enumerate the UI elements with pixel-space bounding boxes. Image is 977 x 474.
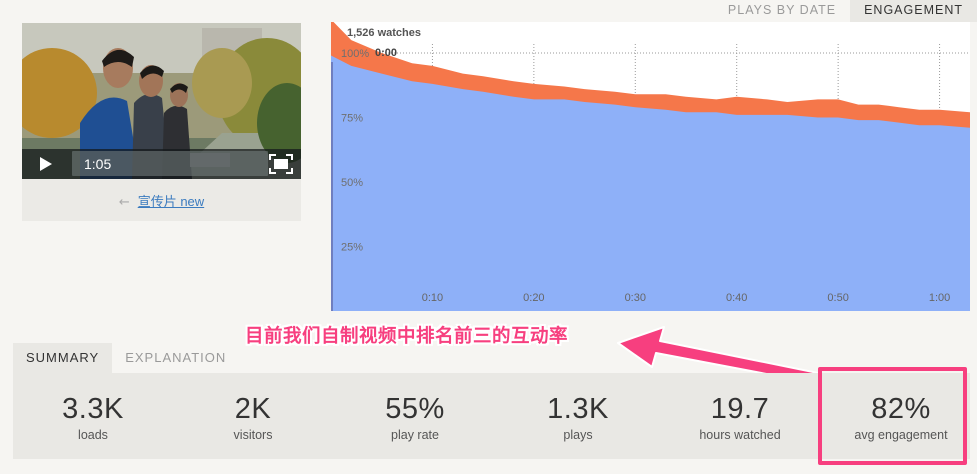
stat-label: play rate [391,428,439,442]
tab-explanation[interactable]: EXPLANATION [112,343,239,373]
fullscreen-icon [269,154,293,174]
stat-label: visitors [233,428,273,442]
y-tick-label: 100% [341,48,369,60]
stat-value: 55% [385,393,445,425]
y-tick-label: 25% [341,241,363,253]
play-button[interactable] [22,149,70,179]
tab-engagement[interactable]: ENGAGEMENT [850,0,977,22]
summary-tabs: SUMMARY EXPLANATION [13,343,239,373]
chart-areas [331,22,970,311]
engagement-area-viewers [331,55,970,311]
highlight-box [818,367,967,465]
x-tick-label: 0:40 [726,292,747,304]
y-tick-label: 50% [341,177,363,189]
player-controls: 1:05 [22,149,301,179]
y-tick-label: 75% [341,112,363,124]
stat-label: hours watched [699,428,781,442]
engagement-chart-svg: 25% 50% 75% 100% 0:10 0:20 0:30 0:40 0:50 1:00 1,5… [331,22,970,311]
video-title-row: ← 宣传片 new [22,191,301,210]
stat-value: 3.3K [62,393,124,425]
engagement-chart: 25% 50% 75% 100% 0:10 0:20 0:30 0:40 0:50 1:00 1,5… [331,22,970,311]
video-thumbnail[interactable]: 1:05 [22,23,301,179]
tab-plays-by-date[interactable]: PLAYS BY DATE [714,0,850,22]
stat-value: 19.7 [710,393,770,425]
video-title-link[interactable]: 宣传片 new [138,194,204,209]
back-arrow-icon[interactable]: ← [119,195,130,210]
x-tick-label: 0:20 [523,292,544,304]
play-icon [40,157,52,171]
stat-visitors: 2K visitors [173,373,333,442]
stat-label: plays [563,428,593,442]
stat-value: 1.3K [547,393,609,425]
x-tick-label: 0:30 [625,292,646,304]
x-tick-label: 1:00 [929,292,950,304]
start-time-label: 0:00 [375,47,397,59]
tab-summary[interactable]: SUMMARY [13,343,113,373]
chart-view-tabs: PLAYS BY DATE ENGAGEMENT [714,0,977,22]
stat-play-rate: 55% play rate [335,373,495,442]
x-tick-label: 0:50 [827,292,848,304]
annotation-text: 目前我们自制视频中排名前三的互动率 [245,325,569,346]
stat-hours-watched: 19.7 hours watched [660,373,820,442]
current-time: 1:05 [84,156,112,172]
fullscreen-button[interactable] [269,154,293,174]
x-tick-label: 0:10 [422,292,443,304]
video-card: 1:05 ← 宣传片 new [22,23,301,221]
stat-label: loads [78,428,108,442]
stat-plays: 1.3K plays [498,373,658,442]
watches-count: 1,526 watches [347,27,421,39]
stat-loads: 3.3K loads [13,373,173,442]
stat-value: 2K [234,393,272,425]
